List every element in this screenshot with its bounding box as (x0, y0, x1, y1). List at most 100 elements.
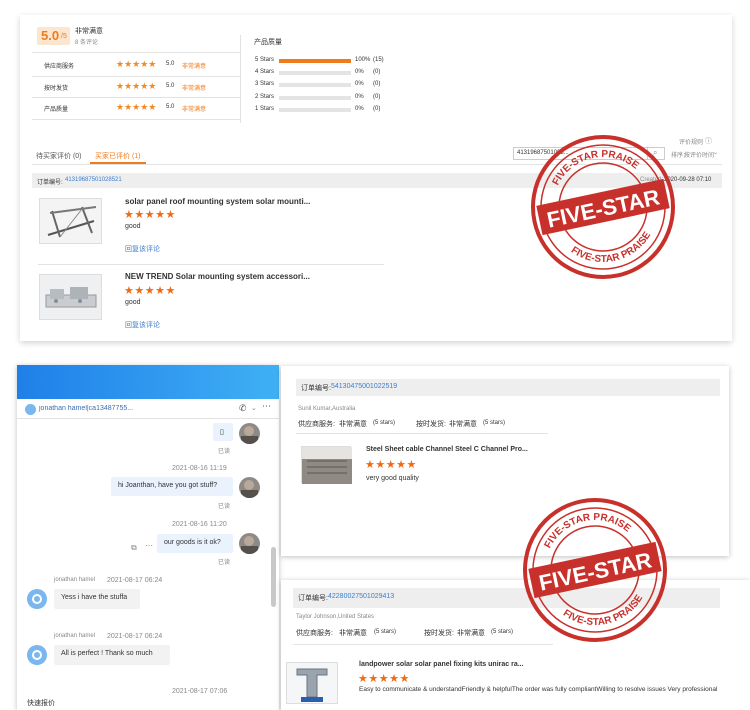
breakdown-label: 1 Stars (255, 105, 275, 112)
breakdown-count: (0) (373, 69, 381, 76)
rating-label: 供应商服务 (44, 64, 75, 70)
contact-avatar (27, 589, 47, 609)
order-number[interactable]: 54130475001022519 (331, 383, 397, 390)
phone-icon[interactable]: ✆ (239, 403, 247, 414)
message-text: ▯ (220, 429, 224, 436)
score-label: 非常满意 (75, 28, 103, 35)
message-bubble: hi Joanthan, have you got stuff? (111, 477, 233, 496)
breakdown-percent: 0% (355, 69, 364, 76)
reply-link[interactable]: 回复该评论 (125, 244, 160, 254)
service-value: 非常满意 (339, 630, 367, 637)
rating-score: 5.0 (166, 83, 175, 89)
item-title[interactable]: solar panel roof mounting system solar m… (125, 197, 310, 206)
rating-verdict: 非常满意 (182, 64, 207, 70)
order-header: 订单编号: 54130475001022519 (296, 379, 720, 396)
tab-reviewed[interactable]: 买家已评价 (1) (95, 151, 141, 161)
order-label: 订单编号: (298, 595, 328, 602)
chat-header-bar (17, 365, 279, 399)
chat-window: jonathan hamel|ca13487755... ✆ ⌄ ⋯ ▯ 已读 … (17, 365, 279, 710)
sender-name: jonathan hamel (54, 577, 96, 583)
item-title[interactable]: landpower solar solar panel fixing kits … (359, 661, 524, 668)
breakdown-percent: 0% (355, 81, 364, 88)
sender-name: jonathan hamel (54, 633, 96, 639)
rating-label: 按时发货 (44, 86, 69, 92)
translate-icon[interactable]: ⧉ (131, 543, 137, 553)
breakdown-count: (0) (373, 81, 381, 88)
reply-link[interactable]: 回复该评论 (125, 320, 160, 330)
chevron-down-icon[interactable]: ⌄ (251, 404, 257, 412)
order-label: 订单编号: (37, 180, 63, 186)
stamp-top-text: FIVE-STAR PRAISE (546, 141, 642, 190)
rating-verdict: 非常满意 (182, 86, 207, 92)
rating-verdict: 非常满意 (182, 107, 207, 113)
breakdown-bar (279, 59, 351, 63)
product-thumbnail[interactable] (301, 446, 352, 484)
item-comment: good (125, 223, 141, 230)
stamp-top-text: FIVE-STAR PRAISE (538, 504, 634, 553)
delivery-stars: (5 stars) (491, 629, 514, 635)
order-number[interactable]: 41319687501028521 (65, 177, 122, 183)
item-stars: ★★★★★ (124, 285, 176, 297)
quality-title: 产品质量 (254, 39, 282, 46)
rating-label: 产品质量 (44, 107, 69, 113)
delivery-label: 按时发货: (416, 421, 446, 428)
five-star-praise-stamp: FIVE-STAR PRAISE FIVE-STAR PRAISE FIVE-S… (506, 481, 684, 659)
message-bubble: Yess i have the stuffa (54, 589, 140, 609)
message-bubble: our goods is it ok? (157, 534, 233, 553)
service-label: 供应商服务: (296, 630, 333, 637)
score-suffix: /5 (61, 33, 67, 40)
rules-link[interactable]: 评价规则 (679, 137, 703, 146)
product-thumbnail[interactable] (286, 662, 338, 704)
score-value: 5.0 (41, 28, 60, 43)
service-stars: (5 stars) (373, 420, 396, 426)
breakdown-percent: 100% (355, 57, 371, 63)
rating-stars: ★★★★★ (116, 102, 157, 112)
svg-text:FIVE-STAR PRAISE: FIVE-STAR PRAISE (546, 141, 642, 190)
svg-text:FIVE-STAR PRAISE: FIVE-STAR PRAISE (538, 504, 634, 553)
item-comment: good (125, 299, 141, 306)
contact-name[interactable]: jonathan hamel|ca13487755... (39, 405, 133, 412)
message-time: 2021-08-17 07:06 (172, 688, 228, 695)
breakdown-label: 3 Stars (255, 81, 275, 88)
message-bubble: ▯ (213, 423, 233, 441)
product-thumbnail[interactable] (39, 198, 102, 244)
more-icon[interactable]: ⋯ (145, 541, 153, 550)
item-title[interactable]: NEW TREND Solar mounting system accessor… (125, 272, 310, 281)
product-thumbnail[interactable] (39, 274, 102, 320)
sort-select[interactable]: 按评价时间 (684, 150, 714, 159)
chevron-down-icon: ⌄ (713, 150, 719, 156)
breakdown-percent: 0% (355, 105, 364, 112)
rating-row: 产品质量 ★★★★★ 5.0 非常满意 (44, 102, 234, 116)
item-stars: ★★★★★ (358, 673, 410, 685)
steel-channel-image (45, 287, 97, 308)
breakdown-bar (279, 107, 351, 112)
item-stars: ★★★★★ (124, 209, 176, 221)
scrollbar[interactable] (271, 547, 276, 607)
quick-quote-button[interactable]: 快速报价 (27, 698, 55, 708)
breakdown-bar (279, 71, 351, 76)
contact-avatar (27, 645, 47, 665)
message-bubble: All is perfect ! Thank so much (54, 645, 170, 665)
buyer-name: Sunil Kumar,Australia (298, 406, 356, 412)
order-label: 订单编号: (301, 385, 331, 392)
stamp-graphic: FIVE-STAR PRAISE FIVE-STAR PRAISE FIVE-S… (531, 135, 675, 279)
order-number[interactable]: 42280027501029413 (328, 593, 394, 600)
buyer-name: Taylor Johnson,United States (296, 614, 375, 620)
delivery-value: 非常满意 (457, 630, 485, 637)
tab-pending[interactable]: 待买家评价 (0) (36, 151, 82, 161)
message-time: 2021-08-16 11:19 (172, 465, 227, 472)
read-status: 已读 (218, 560, 231, 566)
breakdown-count: (15) (373, 57, 384, 63)
more-icon[interactable]: ⋯ (262, 401, 271, 412)
breakdown-label: 4 Stars (255, 69, 275, 76)
contact-avatar (25, 404, 36, 415)
rating-stars: ★★★★★ (116, 81, 157, 91)
five-star-praise-stamp: FIVE-STAR PRAISE FIVE-STAR PRAISE FIVE-S… (514, 118, 692, 296)
user-avatar (239, 477, 260, 498)
rating-row: 按时发货 ★★★★★ 5.0 非常满意 (44, 81, 234, 95)
message-text: hi Joanthan, have you got stuff? (118, 482, 218, 489)
rating-stars: ★★★★★ (116, 59, 157, 69)
user-avatar (239, 533, 260, 554)
item-title[interactable]: Steel Sheet cable Channel Steel C Channe… (366, 446, 528, 453)
service-label: 供应商服务: (298, 421, 335, 428)
